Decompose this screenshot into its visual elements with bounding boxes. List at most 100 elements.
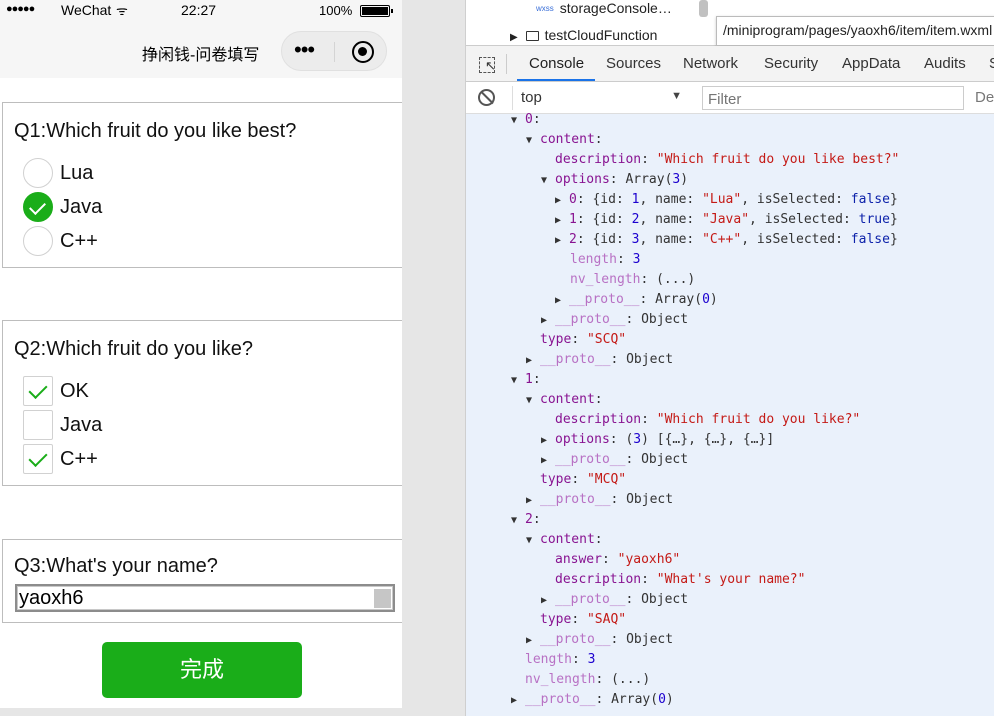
battery-icon [360, 5, 393, 17]
tab-audits[interactable]: Audits [924, 55, 966, 72]
expand-arrow-icon[interactable]: ▶ [541, 431, 555, 451]
name-input[interactable] [15, 584, 395, 612]
tab-appdata[interactable]: AppData [842, 55, 900, 72]
phone-simulator: ●●●●● WeChat ᯤ 22:27 100% 挣闲钱-问卷填写 ••• Q… [0, 0, 402, 708]
console-line[interactable]: type: "MCQ" [540, 470, 626, 490]
console-line[interactable]: ▶ __proto__: Object [541, 310, 688, 330]
console-line[interactable]: description: "Which fruit do you like be… [555, 150, 899, 170]
battery-percent: 100% [319, 3, 353, 18]
collapse-arrow-icon[interactable]: ▼ [526, 131, 540, 151]
radio-icon[interactable] [23, 226, 53, 256]
radio-icon[interactable] [23, 192, 53, 222]
expand-arrow-icon[interactable]: ▶ [541, 591, 555, 611]
carrier-label: WeChat [61, 2, 112, 18]
folder-arrow-icon: ▶ [510, 32, 518, 43]
option-label: Lua [60, 161, 94, 184]
console-line[interactable]: nv_length: (...) [570, 270, 695, 290]
console-line[interactable]: nv_length: (...) [525, 670, 650, 690]
console-line[interactable]: description: "Which fruit do you like?" [555, 410, 860, 430]
expand-arrow-icon[interactable]: ▶ [526, 351, 540, 371]
devtools-panel: wxss storageConsole… ▶ testCloudFunction … [465, 0, 994, 716]
folder-icon [525, 31, 539, 41]
tab-network[interactable]: Network [683, 55, 738, 72]
tab-console[interactable]: Console [529, 55, 584, 72]
console-line[interactable]: description: "What's your name?" [555, 570, 805, 590]
expand-arrow-icon[interactable]: ▶ [555, 211, 569, 231]
checkbox-option-java[interactable]: Java [23, 410, 102, 440]
checkbox-option-cpp[interactable]: C++ [23, 444, 98, 474]
checkbox-icon[interactable] [23, 376, 53, 406]
checkbox-icon[interactable] [23, 444, 53, 474]
console-line[interactable]: ▶ __proto__: Object [541, 590, 688, 610]
console-line[interactable]: ▶ 0: {id: 1, name: "Lua", isSelected: fal… [555, 190, 898, 210]
collapse-arrow-icon[interactable]: ▼ [511, 511, 525, 531]
console-line[interactable]: ▶ 2: {id: 3, name: "C++", isSelected: fal… [555, 230, 898, 250]
collapse-arrow-icon[interactable]: ▼ [526, 391, 540, 411]
question-title: Q2:Which fruit do you like? [14, 338, 253, 360]
console-line[interactable]: ▶ __proto__: Array(0) [555, 290, 718, 310]
console-line[interactable]: ▶ 1: {id: 2, name: "Java", isSelected: tr… [555, 210, 898, 230]
console-line[interactable]: ▼ 0: [511, 110, 541, 130]
question-card-2: Q2:Which fruit do you like? OK Java C++ [2, 320, 402, 486]
checkbox-icon[interactable] [23, 410, 53, 440]
collapse-arrow-icon[interactable]: ▼ [511, 111, 525, 131]
console-line[interactable]: ▶ __proto__: Object [526, 350, 673, 370]
radio-icon[interactable] [23, 158, 53, 188]
radio-option-java[interactable]: Java [23, 192, 102, 222]
option-label: C++ [60, 229, 98, 252]
console-line[interactable]: ▼ content: [526, 130, 603, 150]
dropdown-arrow-icon: ▼ [671, 90, 682, 102]
clear-console-icon[interactable] [478, 89, 495, 106]
expand-arrow-icon[interactable]: ▶ [526, 631, 540, 651]
radio-option-lua[interactable]: Lua [23, 158, 93, 188]
devtools-tab-bar: Console Sources Network Security AppData… [466, 46, 994, 82]
console-line[interactable]: length: 3 [570, 250, 640, 270]
tab-more[interactable]: S [989, 55, 994, 72]
inspect-icon[interactable] [479, 57, 496, 73]
console-line[interactable]: ▶ __proto__: Object [526, 490, 673, 510]
console-line[interactable]: ▼ content: [526, 530, 603, 550]
capsule-divider [334, 42, 335, 62]
file-tree-folder[interactable]: ▶ testCloudFunction [510, 27, 657, 43]
tab-sources[interactable]: Sources [606, 55, 661, 72]
console-line[interactable]: ▶ __proto__: Array(0) [511, 690, 674, 710]
close-target-icon[interactable] [352, 41, 374, 63]
log-level-select[interactable]: Default levels [975, 89, 994, 106]
console-line[interactable]: ▶ __proto__: Object [526, 630, 673, 650]
collapse-arrow-icon[interactable]: ▼ [511, 371, 525, 391]
console-line[interactable]: answer: "yaoxh6" [555, 550, 680, 570]
radio-option-cpp[interactable]: C++ [23, 226, 98, 256]
console-line[interactable]: length: 3 [525, 650, 595, 670]
console-line[interactable]: ▼ content: [526, 390, 603, 410]
expand-arrow-icon[interactable]: ▶ [526, 491, 540, 511]
expand-arrow-icon[interactable]: ▶ [555, 231, 569, 251]
file-tree-item[interactable]: wxss storageConsole… [536, 0, 672, 16]
expand-arrow-icon[interactable]: ▶ [541, 311, 555, 331]
status-time: 22:27 [181, 2, 217, 18]
tab-security[interactable]: Security [764, 55, 818, 72]
expand-arrow-icon[interactable]: ▶ [555, 191, 569, 211]
submit-button[interactable]: 完成 [102, 642, 302, 698]
filter-input[interactable] [702, 86, 964, 110]
status-bar: ●●●●● WeChat ᯤ 22:27 100% [0, 0, 402, 22]
expand-arrow-icon[interactable]: ▶ [511, 691, 525, 711]
console-line[interactable]: ▶ options: (3) [{…}, {…}, {…}] [541, 430, 774, 450]
expand-arrow-icon[interactable]: ▶ [541, 451, 555, 471]
question-title: Q1:Which fruit do you like best? [14, 120, 297, 142]
tree-scrollbar[interactable] [699, 0, 708, 17]
collapse-arrow-icon[interactable]: ▼ [526, 531, 540, 551]
collapse-arrow-icon[interactable]: ▼ [541, 171, 555, 191]
option-label: Java [60, 195, 103, 218]
console-line[interactable]: ▼ 1: [511, 370, 541, 390]
console-line[interactable]: ▼ 2: [511, 510, 541, 530]
expand-arrow-icon[interactable]: ▶ [555, 291, 569, 311]
more-icon[interactable]: ••• [294, 39, 315, 61]
console-line[interactable]: type: "SCQ" [540, 330, 626, 350]
wxss-file-icon: wxss [536, 4, 554, 13]
console-line[interactable]: ▼ options: Array(3) [541, 170, 688, 190]
console-line[interactable]: ▶ __proto__: Object [541, 450, 688, 470]
console-line[interactable]: type: "SAQ" [540, 610, 626, 630]
checkbox-option-ok[interactable]: OK [23, 376, 89, 406]
context-select[interactable]: top ▼ [512, 86, 688, 110]
page-title: 挣闲钱-问卷填写 [142, 47, 260, 64]
